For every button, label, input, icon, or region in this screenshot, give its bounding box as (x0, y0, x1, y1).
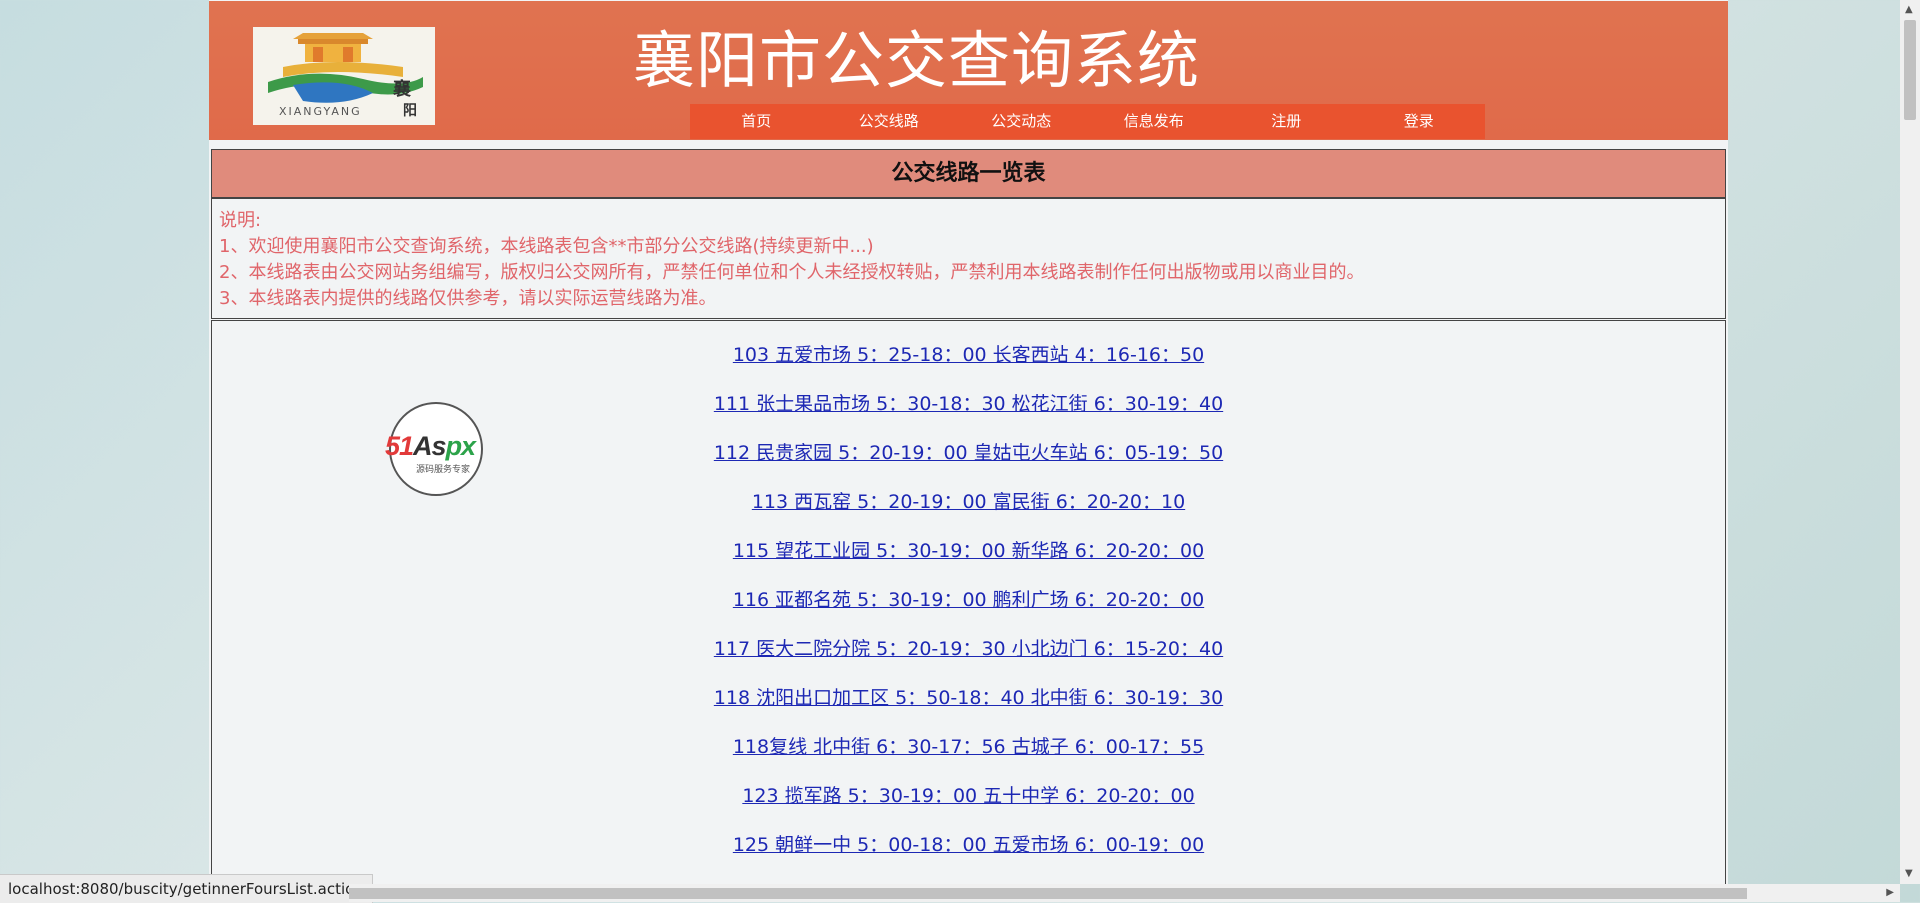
route-link[interactable]: 123 揽军路 5：30-19：00 五十中学 6：20-20：00 (212, 784, 1725, 833)
nav-info-publish[interactable]: 信息发布 (1088, 104, 1221, 139)
vertical-scrollbar[interactable]: ▲ ▼ (1900, 0, 1920, 884)
notes-panel: 说明: 1、欢迎使用襄阳市公交查询系统，本线路表包含**市部分公交线路(持续更新… (211, 198, 1726, 319)
logo-graphic: 襄 阳 XIANGYANG (253, 27, 435, 125)
route-link[interactable]: 116 亚都名苑 5：30-19：00 鹏利广场 6：20-20：00 (212, 588, 1725, 637)
notes-heading: 说明: (219, 210, 262, 231)
nav-bus-news[interactable]: 公交动态 (955, 104, 1088, 139)
route-link[interactable]: 111 张士果品市场 5：30-18：30 松花江街 6：30-19：40 (212, 392, 1725, 441)
main-nav: 首页 公交线路 公交动态 信息发布 注册 登录 (690, 104, 1485, 139)
status-bar-url: localhost:8080/buscity/getinnerFoursList… (0, 874, 373, 903)
scroll-down-icon[interactable]: ▼ (1905, 868, 1913, 879)
horizontal-scroll-thumb[interactable] (349, 888, 1747, 899)
scroll-right-icon[interactable]: ▶ (1886, 887, 1894, 898)
route-link[interactable]: 118 沈阳出口加工区 5：50-18：40 北中街 6：30-19：30 (212, 686, 1725, 735)
route-link[interactable]: 115 望花工业园 5：30-19：00 新华路 6：20-20：00 (212, 539, 1725, 588)
note-line: 3、本线路表内提供的线路仅供参考，请以实际运营线路为准。 (219, 288, 717, 309)
site-header: 襄 阳 XIANGYANG 襄阳市公交查询系统 首页 公交线路 公交动态 信息发… (209, 1, 1728, 140)
logo-char-1: 襄 (392, 78, 412, 100)
route-link[interactable]: 113 西瓦窑 5：20-19：00 富民街 6：20-20：10 (212, 490, 1725, 539)
note-line: 1、欢迎使用襄阳市公交查询系统，本线路表包含**市部分公交线路(持续更新中...… (219, 236, 874, 257)
logo-char-2: 阳 (403, 103, 417, 119)
route-link[interactable]: 125 朝鲜一中 5：00-18：00 五爱市场 6：00-19：00 (212, 833, 1725, 882)
site-title: 襄阳市公交查询系统 (633, 24, 1201, 97)
nav-register[interactable]: 注册 (1220, 104, 1353, 139)
nav-bus-routes[interactable]: 公交线路 (823, 104, 956, 139)
site-logo[interactable]: 襄 阳 XIANGYANG (253, 27, 435, 125)
route-link[interactable]: 117 医大二院分院 5：20-19：30 小北边门 6：15-20：40 (212, 637, 1725, 686)
page-container: 襄 阳 XIANGYANG 襄阳市公交查询系统 首页 公交线路 公交动态 信息发… (209, 0, 1728, 890)
logo-text: XIANGYANG (279, 105, 362, 118)
route-link[interactable]: 103 五爱市场 5：25-18：00 长客西站 4：16-16：50 (212, 343, 1725, 392)
horizontal-scrollbar[interactable]: ▶ (349, 884, 1900, 902)
route-list-panel: 51Aspx 源码服务专家 103 五爱市场 5：25-18：00 长客西站 4… (211, 320, 1726, 890)
scroll-up-icon[interactable]: ▲ (1905, 4, 1913, 15)
panel-title: 公交线路一览表 (211, 149, 1726, 198)
route-list: 103 五爱市场 5：25-18：00 长客西站 4：16-16：50 111 … (212, 343, 1725, 882)
note-line: 2、本线路表由公交网站务组编写，版权归公交网所有，严禁任何单位和个人未经授权转贴… (219, 262, 1365, 283)
route-link[interactable]: 112 民贵家园 5：20-19：00 皇姑屯火车站 6：05-19：50 (212, 441, 1725, 490)
nav-home[interactable]: 首页 (690, 104, 823, 139)
vertical-scroll-thumb[interactable] (1904, 20, 1916, 120)
route-link[interactable]: 118复线 北中街 6：30-17：56 古城子 6：00-17：55 (212, 735, 1725, 784)
nav-login[interactable]: 登录 (1353, 104, 1486, 139)
